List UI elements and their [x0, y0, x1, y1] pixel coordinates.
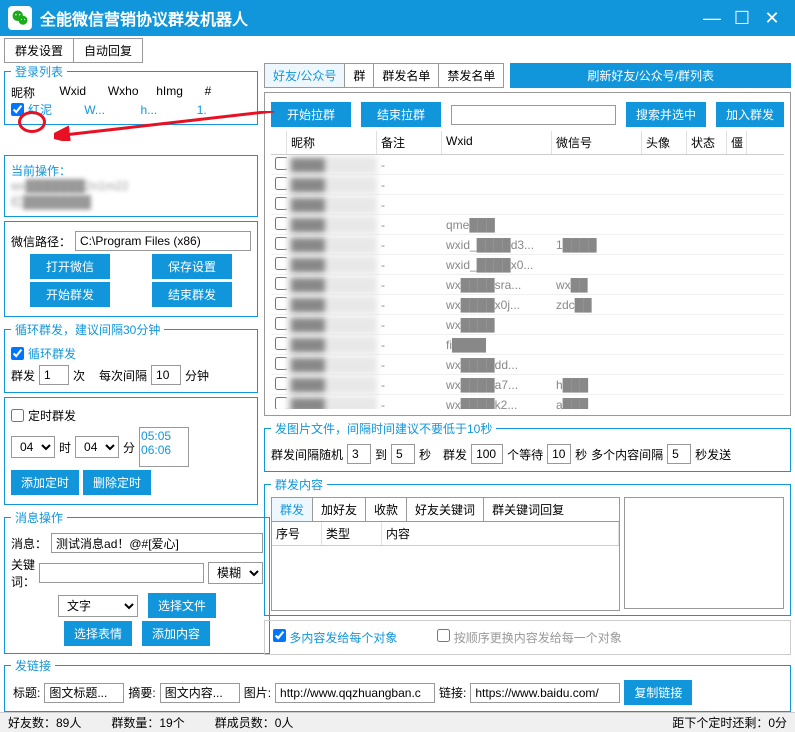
- current-op-label: 当前操作：: [11, 164, 71, 178]
- table-row[interactable]: ████ -: [271, 195, 784, 215]
- tab-send-settings[interactable]: 群发设置: [5, 39, 74, 62]
- multi-content-checkbox[interactable]: 多内容发给每个对象: [273, 629, 397, 646]
- contact-grid-header: 昵称 备注 Wxid 微信号 头像 状态 僵: [271, 131, 784, 155]
- close-button[interactable]: ✕: [757, 8, 787, 29]
- rand-min-input[interactable]: [347, 444, 371, 464]
- maximize-button[interactable]: ☐: [727, 8, 757, 29]
- table-row[interactable]: ████ - wx████a7... h███: [271, 375, 784, 395]
- loop-send-group: 循环群发，建议间隔30分钟 循环群发 群发 次 每次间隔 分钟: [4, 321, 258, 393]
- table-row[interactable]: ████ - wx████sra... wx██: [271, 275, 784, 295]
- link-summary-input[interactable]: [160, 683, 240, 703]
- link-title-input[interactable]: [44, 683, 124, 703]
- tab-collect[interactable]: 收款: [366, 498, 407, 521]
- stop-send-button[interactable]: 结束群发: [152, 282, 232, 307]
- minimize-button[interactable]: —: [697, 8, 727, 29]
- current-op-panel: 当前操作： wx███████2n1m22 红████████: [4, 155, 258, 217]
- contact-tabs: 好友/公众号 群 群发名单 禁发名单: [264, 63, 504, 88]
- tab-friend-kw[interactable]: 好友关键词: [407, 498, 484, 521]
- link-url-input[interactable]: [470, 683, 620, 703]
- wx-path-label: 微信路径：: [11, 233, 71, 250]
- save-settings-button[interactable]: 保存设置: [152, 254, 232, 279]
- send-content-group: 群发内容 群发 加好友 收款 好友关键词 群关键词回复 序号 类型 内容: [264, 476, 791, 616]
- table-row[interactable]: ████ - wx████k2... a███: [271, 395, 784, 409]
- timer-checkbox[interactable]: [11, 409, 24, 422]
- open-wechat-button[interactable]: 打开微信: [30, 254, 110, 279]
- batch-count-input[interactable]: [471, 444, 503, 464]
- contact-grid-body[interactable]: ████ - ████ - ████ - ████ - qme███ ████ …: [271, 155, 784, 409]
- table-row[interactable]: ████ - fi████: [271, 335, 784, 355]
- table-row[interactable]: ████ - wxid_████x0...: [271, 255, 784, 275]
- login-list-group: 登录列表 昵称 Wxid Wxho hImg # 红泥 W... h...: [4, 63, 258, 125]
- tab-auto-reply[interactable]: 自动回复: [74, 39, 142, 62]
- window-title: 全能微信营销协议群发机器人: [40, 6, 697, 30]
- keyword-mode-select[interactable]: 模糊: [208, 562, 263, 584]
- timer-min-select[interactable]: 04: [75, 436, 119, 458]
- message-input[interactable]: [51, 533, 263, 553]
- statusbar: 好友数：89人 群数量：19个 群成员数：0人 距下个定时还剩：0分: [0, 712, 795, 732]
- start-pull-button[interactable]: 开始拉群: [271, 102, 351, 127]
- rand-max-input[interactable]: [391, 444, 415, 464]
- login-row[interactable]: 红泥 W... h... 1.: [11, 101, 251, 118]
- tab-friends[interactable]: 好友/公众号: [265, 64, 345, 87]
- keyword-input[interactable]: [39, 563, 204, 583]
- wechat-logo-icon: [8, 6, 32, 30]
- search-select-button[interactable]: 搜索并选中: [626, 102, 706, 127]
- timer-list[interactable]: 05:0506:06: [139, 427, 189, 467]
- link-image-input[interactable]: [275, 683, 435, 703]
- img-send-group: 发图片文件，间隔时间建议不要低于10秒 群发间隔随机 到 秒 群发 个等待 秒 …: [264, 420, 791, 472]
- tab-groups[interactable]: 群: [345, 64, 374, 87]
- content-gap-input[interactable]: [667, 444, 691, 464]
- choose-emoji-button[interactable]: 选择表情: [64, 621, 132, 646]
- status-groups: 群数量：19个: [111, 714, 184, 731]
- timer-hour-select[interactable]: 04: [11, 436, 55, 458]
- start-send-button[interactable]: 开始群发: [30, 282, 110, 307]
- preview-panel: [624, 497, 784, 609]
- add-to-send-button[interactable]: 加入群发: [716, 102, 784, 127]
- table-row[interactable]: ████ - wx████dd...: [271, 355, 784, 375]
- add-content-button[interactable]: 添加内容: [142, 621, 210, 646]
- tab-send-list[interactable]: 群发名单: [374, 64, 439, 87]
- login-checkbox[interactable]: [11, 103, 24, 116]
- login-list-legend: 登录列表: [11, 63, 67, 80]
- tab-mass-send[interactable]: 群发: [272, 498, 313, 521]
- link-group: 发链接 标题: 摘要: 图片: 链接: 复制链接: [4, 657, 791, 712]
- choose-file-button[interactable]: 选择文件: [148, 593, 216, 618]
- send-content-tabs: 群发 加好友 收款 好友关键词 群关键词回复: [271, 497, 620, 522]
- del-timer-button[interactable]: 删除定时: [83, 470, 151, 495]
- table-row[interactable]: ████ -: [271, 155, 784, 175]
- loop-checkbox[interactable]: [11, 347, 24, 360]
- search-input[interactable]: [451, 105, 616, 125]
- status-friends: 好友数：89人: [8, 714, 81, 731]
- batch-wait-input[interactable]: [547, 444, 571, 464]
- refresh-button[interactable]: 刷新好友/公众号/群列表: [510, 63, 791, 88]
- table-row[interactable]: ████ - wx████x0j... zdc██: [271, 295, 784, 315]
- loop-interval-input[interactable]: [151, 365, 181, 385]
- end-pull-button[interactable]: 结束拉群: [361, 102, 441, 127]
- status-members: 群成员数：0人: [215, 714, 294, 731]
- table-row[interactable]: ████ -: [271, 175, 784, 195]
- add-timer-button[interactable]: 添加定时: [11, 470, 79, 495]
- tab-add-friend[interactable]: 加好友: [313, 498, 366, 521]
- message-group: 消息操作 消息： 关键词： 模糊 文字 选择文件 选择表情 添加内容: [4, 509, 270, 654]
- tab-group-kw[interactable]: 群关键词回复: [484, 498, 572, 521]
- main-tabs: 群发设置 自动回复: [4, 38, 143, 63]
- table-row[interactable]: ████ - qme███: [271, 215, 784, 235]
- table-row[interactable]: ████ - wx████: [271, 315, 784, 335]
- table-row[interactable]: ████ - wxid_████d3... 1████: [271, 235, 784, 255]
- tab-block-list[interactable]: 禁发名单: [439, 64, 503, 87]
- sequential-checkbox[interactable]: 按顺序更换内容发给每一个对象: [437, 629, 621, 646]
- wx-path-input[interactable]: [75, 231, 251, 251]
- titlebar: 全能微信营销协议群发机器人 — ☐ ✕: [0, 0, 795, 36]
- loop-count-input[interactable]: [39, 365, 69, 385]
- copy-link-button[interactable]: 复制链接: [624, 680, 692, 705]
- content-type-select[interactable]: 文字: [58, 595, 138, 617]
- status-timer: 距下个定时还剩：0分: [672, 714, 787, 731]
